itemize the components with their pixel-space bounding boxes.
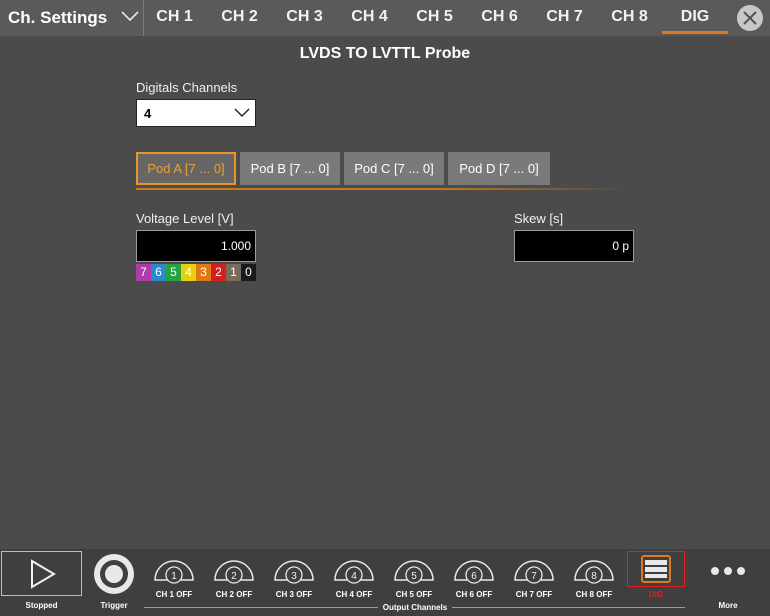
tab-ch6[interactable]: CH 6 xyxy=(478,0,521,36)
channel-8-label: CH 8 OFF xyxy=(575,590,613,599)
channel-1-number: 1 xyxy=(171,571,177,582)
channel-2-number: 2 xyxy=(231,571,237,582)
bit-5: 5 xyxy=(166,264,181,281)
close-button[interactable] xyxy=(737,5,763,31)
channel-7-label: CH 7 OFF xyxy=(515,590,553,599)
pod-a-button[interactable]: Pod A [7 ... 0] xyxy=(136,152,236,185)
channel-1-icon: 1 xyxy=(154,560,194,584)
channel-8-number: 8 xyxy=(591,571,597,582)
skew-label: Skew [s] xyxy=(514,211,564,226)
tab-ch1[interactable]: CH 1 xyxy=(153,0,196,36)
channel-5-number: 5 xyxy=(411,571,417,582)
tab-ch3[interactable]: CH 3 xyxy=(283,0,326,36)
pod-b-button[interactable]: Pod B [7 ... 0] xyxy=(240,152,340,185)
bit-4: 4 xyxy=(181,264,196,281)
channel-toggle-5[interactable]: 5 CH 5 OFF xyxy=(392,549,436,601)
tab-ch4[interactable]: CH 4 xyxy=(348,0,391,36)
channel-toggle-4[interactable]: 4 CH 4 OFF xyxy=(332,549,376,601)
digital-channels-value: 4 xyxy=(144,106,152,121)
trigger-label: Trigger xyxy=(100,601,128,610)
channel-3-label: CH 3 OFF xyxy=(275,590,313,599)
chevron-down-icon xyxy=(234,108,250,117)
channel-5-label: CH 5 OFF xyxy=(395,590,433,599)
skew-input[interactable]: 0 p xyxy=(514,230,634,262)
channel-7-icon: 7 xyxy=(514,560,554,584)
channel-5-icon: 5 xyxy=(394,560,434,584)
channel-settings-label: Ch. Settings xyxy=(8,8,108,27)
bit-7: 7 xyxy=(136,264,151,281)
more-icon[interactable] xyxy=(706,563,750,579)
bit-1: 1 xyxy=(226,264,241,281)
channel-toggle-1[interactable]: 1 CH 1 OFF xyxy=(152,549,196,601)
channel-4-label: CH 4 OFF xyxy=(335,590,373,599)
output-channels-line-left xyxy=(144,607,378,608)
digital-channels-select[interactable]: 4 xyxy=(136,99,256,127)
tab-ch8[interactable]: CH 8 xyxy=(608,0,651,36)
close-icon xyxy=(743,11,757,25)
voltage-level-label: Voltage Level [V] xyxy=(136,211,234,226)
bit-0: 0 xyxy=(241,264,256,281)
channel-1-label: CH 1 OFF xyxy=(155,590,193,599)
channel-toggle-7[interactable]: 7 CH 7 OFF xyxy=(512,549,556,601)
dig-label: DIG xyxy=(648,590,664,599)
run-stop-button[interactable] xyxy=(1,551,82,596)
channel-toggle-8[interactable]: 8 CH 8 OFF xyxy=(572,549,616,601)
pod-d-button[interactable]: Pod D [7 ... 0] xyxy=(448,152,550,185)
voltage-level-input[interactable]: 1.000 xyxy=(136,230,256,262)
digital-icon xyxy=(641,555,671,583)
channel-8-icon: 8 xyxy=(574,560,614,584)
tab-ch2[interactable]: CH 2 xyxy=(218,0,261,36)
channel-3-number: 3 xyxy=(291,571,297,582)
tab-ch5[interactable]: CH 5 xyxy=(413,0,456,36)
channel-7-number: 7 xyxy=(531,571,537,582)
bottom-toolbar: Stopped Trigger 1 CH 1 OFF 2 CH 2 OFF 3 CH 3 … xyxy=(0,549,770,616)
output-channels-line-right xyxy=(452,607,685,608)
trigger-icon[interactable] xyxy=(92,552,136,596)
tab-dig[interactable]: DIG xyxy=(662,0,728,36)
channel-6-icon: 6 xyxy=(454,560,494,584)
channel-4-number: 4 xyxy=(351,571,357,582)
dig-button[interactable] xyxy=(627,551,685,587)
channel-2-label: CH 2 OFF xyxy=(215,590,253,599)
digital-channels-label: Digitals Channels xyxy=(136,80,238,95)
play-icon xyxy=(31,559,56,589)
probe-title: LVDS TO LVTTL Probe xyxy=(299,45,471,62)
channel-6-label: CH 6 OFF xyxy=(455,590,493,599)
bit-3: 3 xyxy=(196,264,211,281)
chevron-down-icon xyxy=(121,11,139,22)
channel-toggle-6[interactable]: 6 CH 6 OFF xyxy=(452,549,496,601)
channel-3-icon: 3 xyxy=(274,560,314,584)
tab-ch7[interactable]: CH 7 xyxy=(543,0,586,36)
channel-toggle-3[interactable]: 3 CH 3 OFF xyxy=(272,549,316,601)
channel-6-number: 6 xyxy=(471,571,477,582)
more-label: More xyxy=(718,601,738,610)
output-channels-label: Output Channels xyxy=(382,603,448,612)
pod-underline xyxy=(136,188,630,190)
top-bar: Ch. Settings CH 1 CH 2 CH 3 CH 4 CH 5 CH… xyxy=(0,0,770,36)
channel-2-icon: 2 xyxy=(214,560,254,584)
run-state-label: Stopped xyxy=(25,601,58,610)
bit-2: 2 xyxy=(211,264,226,281)
channel-toggle-2[interactable]: 2 CH 2 OFF xyxy=(212,549,256,601)
pod-c-button[interactable]: Pod C [7 ... 0] xyxy=(344,152,444,185)
bit-6: 6 xyxy=(151,264,166,281)
channel-settings-dropdown[interactable]: Ch. Settings xyxy=(0,0,144,36)
channel-4-icon: 4 xyxy=(334,560,374,584)
